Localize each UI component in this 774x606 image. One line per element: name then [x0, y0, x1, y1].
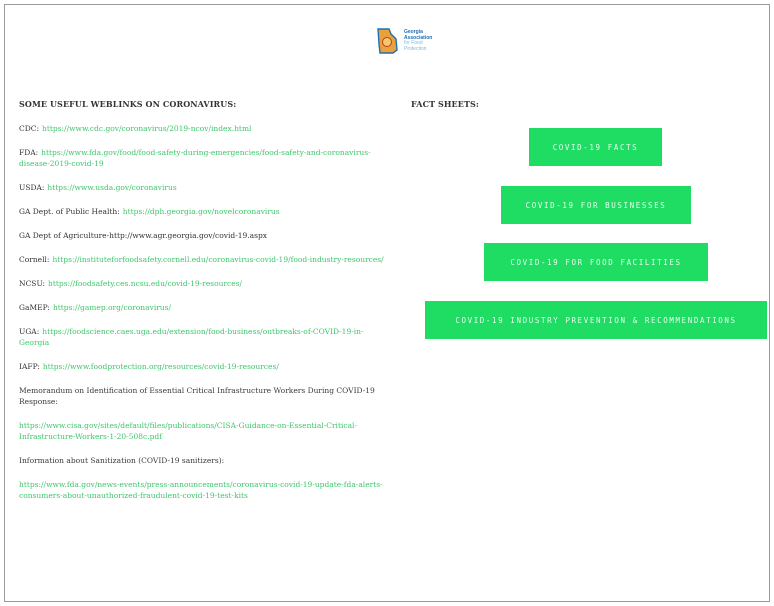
link-item-ncsu: NCSU: https://foodsafety.ces.ncsu.edu/cov… — [19, 279, 243, 288]
weblinks-heading: SOME USEFUL WEBLINKS ON CORONAVIRUS: — [19, 99, 237, 109]
link-cornell[interactable]: https://instituteforfoodsafety.cornell.e… — [52, 255, 383, 264]
georgia-state-logo-icon — [377, 28, 398, 54]
link-item-ga-dph: GA Dept. of Public Health: https://dph.ge… — [19, 207, 280, 216]
sanitizer-link[interactable]: https://www.fda.gov/news-events/press-an… — [19, 479, 389, 501]
link-fda[interactable]: https://www.fda.gov/food/food-safety-dur… — [19, 148, 371, 168]
link-iafp[interactable]: https://www.foodprotection.org/resources… — [43, 362, 279, 371]
link-item-cornell: Cornell: https://instituteforfoodsafety.c… — [19, 255, 384, 264]
link-uga[interactable]: https://foodscience.caes.uga.edu/extensi… — [19, 327, 364, 347]
link-item-usda: USDA: https://www.usda.gov/coronavirus — [19, 183, 177, 192]
covid-19-facts-button[interactable]: COVID-19 FACTS — [529, 128, 662, 166]
memo-text: Memorandum on Identification of Essentia… — [19, 386, 375, 406]
link-usda[interactable]: https://www.usda.gov/coronavirus — [47, 183, 176, 192]
link-gamep[interactable]: https://gamep.org/coronavirus/ — [53, 303, 171, 312]
fact-sheets-section: FACT SHEETS: — [411, 99, 769, 109]
memo-link[interactable]: https://www.cisa.gov/sites/default/files… — [19, 420, 389, 442]
link-ga-dph[interactable]: https://dph.georgia.gov/novelcoronavirus — [123, 207, 280, 216]
link-item-fda: FDA: https://www.fda.gov/food/food-safety… — [19, 148, 371, 168]
page-frame: Georgia Association for Food Protection … — [4, 4, 770, 602]
link-item-cdc: CDC: https://www.cdc.gov/coronavirus/2019… — [19, 124, 252, 133]
site-logo[interactable]: Georgia Association for Food Protection — [374, 25, 444, 57]
logo-text: Georgia Association for Food Protection — [404, 29, 433, 52]
link-item-gamep: GaMEP: https://gamep.org/coronavirus/ — [19, 303, 172, 312]
sanitizer-text: Information about Sanitization (COVID-19… — [19, 456, 225, 465]
link-ncsu[interactable]: https://foodsafety.ces.ncsu.edu/covid-19… — [48, 279, 242, 288]
covid-19-industry-prevention-button[interactable]: COVID-19 INDUSTRY PREVENTION & RECOMMEND… — [425, 301, 767, 339]
link-item-uga: UGA: https://foodscience.caes.uga.edu/ext… — [19, 327, 364, 347]
fact-sheets-heading: FACT SHEETS: — [411, 99, 479, 109]
link-cdc[interactable]: https://www.cdc.gov/coronavirus/2019-nco… — [42, 124, 251, 133]
weblinks-section: SOME USEFUL WEBLINKS ON CORONAVIRUS: CDC… — [19, 99, 389, 514]
covid-19-food-facilities-button[interactable]: COVID-19 FOR FOOD FACILITIES — [484, 243, 708, 281]
covid-19-businesses-button[interactable]: COVID-19 FOR BUSINESSES — [501, 186, 691, 224]
link-item-ga-agriculture: GA Dept of Agriculture-http://www.agr.ge… — [19, 231, 268, 240]
link-item-iafp: IAFP: https://www.foodprotection.org/reso… — [19, 362, 279, 371]
